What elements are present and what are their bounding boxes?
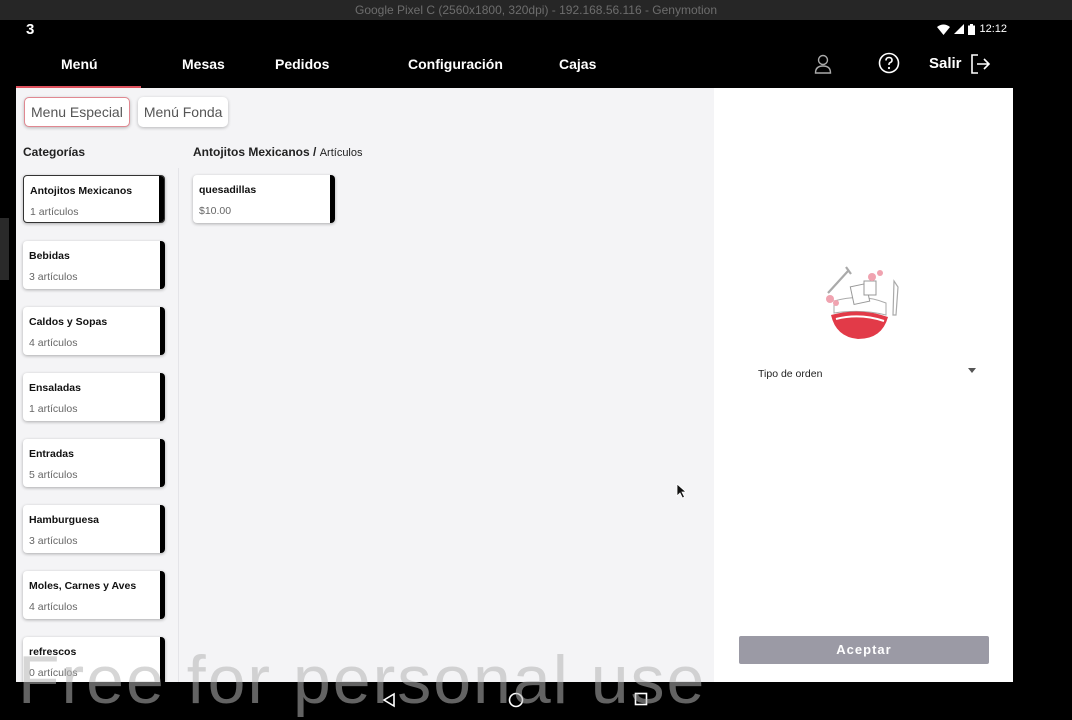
category-count: 1 artículos	[30, 206, 79, 218]
emulator-side-control	[0, 218, 9, 280]
category-count: 4 artículos	[29, 601, 78, 613]
category-count: 3 artículos	[29, 271, 78, 283]
order-type-label: Tipo de orden	[758, 368, 823, 380]
android-status-bar: 3 12:12	[16, 20, 1013, 40]
chevron-down-icon	[968, 368, 976, 373]
logout-button[interactable]: Salir	[929, 40, 962, 88]
category-name: Moles, Carnes y Aves	[29, 580, 137, 592]
product-card[interactable]: quesadillas $10.00	[193, 175, 335, 223]
breadcrumb: Antojitos Mexicanos / Artículos	[193, 145, 363, 159]
emulator-title-bar: Google Pixel C (2560x1800, 320dpi) - 192…	[0, 0, 1072, 20]
category-name: Hamburguesa	[29, 514, 100, 526]
nav-pedidos[interactable]: Pedidos	[275, 40, 329, 88]
category-name: Caldos y Sopas	[29, 316, 108, 328]
accept-button[interactable]: Aceptar	[739, 636, 989, 664]
status-indicators: 12:12	[937, 23, 1007, 35]
category-name: Entradas	[29, 448, 74, 460]
category-count: 3 artículos	[29, 535, 78, 547]
categories-heading: Categorías	[23, 145, 86, 159]
category-card[interactable]: Ensaladas 1 artículos	[23, 373, 165, 421]
product-name: quesadillas	[199, 184, 257, 196]
back-icon[interactable]	[382, 692, 396, 708]
menu-main-area: Menu Especial Menú Fonda Categorías Anto…	[16, 88, 714, 682]
menu-tabs: Menu Especial Menú Fonda	[24, 97, 229, 127]
clock: 12:12	[979, 23, 1007, 35]
category-card[interactable]: Bebidas 3 artículos	[23, 241, 165, 289]
emulator-right-margin	[1013, 40, 1072, 720]
category-card[interactable]: refrescos 0 artículos	[23, 637, 165, 682]
tab-menu-especial[interactable]: Menu Especial	[24, 97, 130, 127]
recent-apps-icon[interactable]	[634, 692, 648, 706]
battery-icon	[968, 23, 976, 35]
app-logo: 3	[26, 21, 35, 38]
category-card[interactable]: Caldos y Sopas 4 artículos	[23, 307, 165, 355]
user-icon[interactable]	[814, 54, 832, 74]
wifi-icon	[937, 24, 951, 35]
category-card[interactable]: Antojitos Mexicanos 1 artículos	[23, 175, 165, 223]
category-count: 5 artículos	[29, 469, 78, 481]
category-name: refrescos	[29, 646, 77, 658]
android-navigation-bar	[0, 682, 1072, 720]
panel-divider	[178, 168, 179, 682]
order-panel: Tipo de orden Aceptar	[714, 88, 1013, 682]
breadcrumb-separator: /	[309, 145, 320, 159]
order-type-dropdown[interactable]: Tipo de orden	[758, 364, 976, 382]
logout-icon[interactable]	[969, 53, 991, 75]
category-count: 0 artículos	[29, 667, 78, 679]
mouse-cursor-icon	[676, 483, 688, 499]
top-navigation: Menú Mesas Pedidos Configuración Cajas S…	[16, 40, 1013, 88]
category-list[interactable]: Antojitos Mexicanos 1 artículos Bebidas …	[23, 175, 166, 682]
category-count: 4 artículos	[29, 337, 78, 349]
product-price: $10.00	[199, 205, 232, 217]
category-card[interactable]: Hamburguesa 3 artículos	[23, 505, 165, 553]
nav-menu[interactable]: Menú	[61, 40, 98, 88]
category-name: Bebidas	[29, 250, 70, 262]
tab-menu-fonda[interactable]: Menú Fonda	[137, 97, 229, 127]
help-icon[interactable]	[878, 52, 900, 74]
category-name: Ensaladas	[29, 382, 81, 394]
nav-mesas[interactable]: Mesas	[182, 40, 225, 88]
category-card[interactable]: Entradas 5 artículos	[23, 439, 165, 487]
nav-configuracion[interactable]: Configuración	[408, 40, 503, 88]
nav-cajas[interactable]: Cajas	[559, 40, 596, 88]
signal-icon	[954, 24, 965, 34]
category-count: 1 artículos	[29, 403, 78, 415]
category-card[interactable]: Moles, Carnes y Aves 4 artículos	[23, 571, 165, 619]
home-icon[interactable]	[508, 692, 524, 708]
category-name: Antojitos Mexicanos	[30, 185, 133, 197]
breadcrumb-section: Artículos	[319, 147, 363, 159]
breadcrumb-category: Antojitos Mexicanos	[193, 145, 310, 159]
empty-order-illustration	[826, 266, 899, 339]
